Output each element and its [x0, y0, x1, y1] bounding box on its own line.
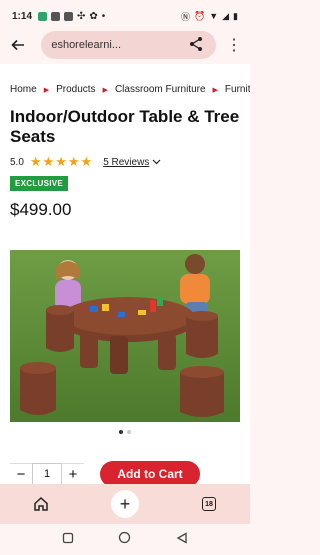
game-notification-icon: ✣: [77, 10, 86, 22]
wifi-icon: ▼: [209, 11, 219, 21]
news-notification-icon: [64, 11, 74, 21]
carousel-dot-1[interactable]: [119, 430, 123, 434]
product-photo: [10, 250, 240, 422]
app-notification-icon: [38, 11, 48, 21]
decrease-quantity-button[interactable]: −: [10, 466, 32, 483]
breadcrumb-classroom-furniture[interactable]: Classroom Furniture: [115, 84, 206, 95]
breadcrumb-furniture[interactable]: Furniture: [225, 84, 250, 95]
status-bar: 1:14 ✣ ✿ • Ⓝ ⏰ ▼ ◢ ▮: [0, 0, 250, 32]
alarm-icon: ⏰: [193, 10, 206, 21]
more-vert-icon[interactable]: ⋮: [226, 35, 242, 55]
chevron-down-icon[interactable]: [152, 157, 161, 167]
share-icon[interactable]: [188, 36, 206, 54]
home-icon[interactable]: [29, 492, 53, 516]
home-circle-icon[interactable]: [118, 531, 131, 549]
breadcrumb-home[interactable]: Home: [10, 84, 37, 95]
browser-toolbar: + 18: [0, 484, 250, 524]
recents-icon[interactable]: [62, 531, 74, 549]
star-rating-icon: ★★★★★: [29, 154, 94, 169]
carousel-dot-2[interactable]: [127, 430, 131, 434]
product-title: Indoor/Outdoor Table & Tree Seats: [10, 107, 240, 146]
tab-count: 18: [202, 497, 216, 511]
battery-icon: ▮: [233, 10, 238, 21]
url-bar[interactable]: eshorelearni...: [41, 31, 216, 59]
gallery-notification-icon: [51, 11, 61, 21]
product-image[interactable]: [10, 250, 240, 422]
exclusive-badge: EXCLUSIVE: [10, 176, 69, 191]
settings-notification-icon: ✿: [89, 10, 98, 22]
browser-url-row: eshorelearni... ⋮: [0, 30, 250, 60]
status-time: 1:14: [12, 10, 33, 22]
quantity-stepper: − 1 +: [10, 463, 84, 485]
more-dot-icon: •: [101, 10, 106, 22]
tabs-switcher-button[interactable]: 18: [197, 492, 221, 516]
chevron-right-icon: ▶: [43, 86, 50, 94]
chevron-right-icon: ▶: [102, 86, 108, 94]
back-arrow-icon[interactable]: [8, 35, 27, 55]
new-tab-plus-icon[interactable]: +: [111, 490, 139, 518]
breadcrumb-products[interactable]: Products: [56, 84, 95, 95]
nfc-icon: Ⓝ: [180, 11, 190, 22]
rating-value: 5.0: [10, 156, 24, 168]
quantity-input[interactable]: 1: [32, 463, 62, 485]
chevron-right-icon: ▶: [212, 86, 218, 94]
image-carousel-dots: [0, 430, 250, 434]
system-nav-bar: [0, 524, 250, 555]
system-icons: Ⓝ ⏰ ▼ ◢ ▮: [181, 10, 238, 23]
url-text: eshorelearni...: [51, 39, 122, 51]
signal-icon: ◢: [222, 10, 230, 21]
increase-quantity-button[interactable]: +: [62, 466, 84, 483]
page-content: Home ▶ Products ▶ Classroom Furniture ▶ …: [0, 64, 250, 487]
rating-row: 5.0 ★★★★★ 5 Reviews: [10, 154, 161, 170]
back-triangle-icon[interactable]: [176, 531, 188, 549]
notification-icons: ✣ ✿ •: [38, 11, 105, 22]
reviews-link[interactable]: 5 Reviews: [103, 157, 149, 168]
product-price: $499.00: [10, 200, 72, 219]
breadcrumb: Home ▶ Products ▶ Classroom Furniture ▶ …: [10, 84, 250, 95]
